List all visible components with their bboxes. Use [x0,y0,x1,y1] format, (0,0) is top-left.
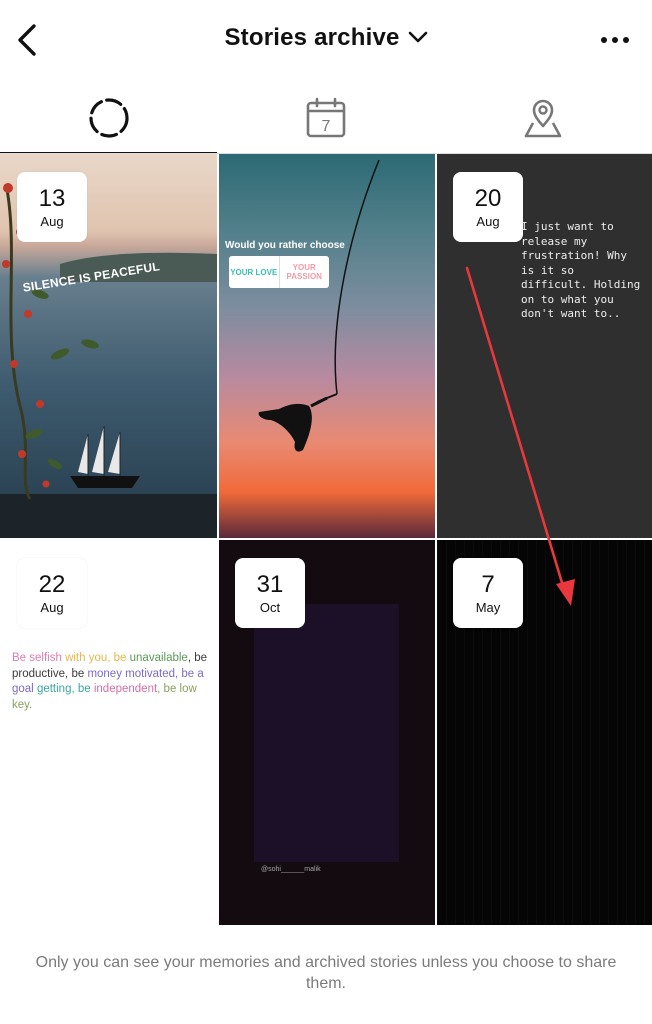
date-day: 7 [481,571,495,598]
story-thumbnail[interactable]: 22 Aug Be selfish with you, be unavailab… [0,540,217,925]
date-month: Oct [259,600,281,615]
tab-stories[interactable] [0,82,217,154]
title-dropdown[interactable]: Stories archive [0,24,652,52]
story-quote: Be selfish with you, be unavailable, be … [12,652,208,711]
chevron-down-icon [408,23,428,51]
page-title: Stories archive [224,24,400,51]
tab-map[interactable] [434,82,651,154]
stories-grid: SILENCE IS PEACEFUL 13 Aug Would you rat… [0,154,652,925]
date-day: 20 [474,185,502,212]
story-thumbnail[interactable]: SILENCE IS PEACEFUL 13 Aug [0,154,217,538]
story-handle: @sohi______malik [261,866,321,873]
poll-option-b: YOUR PASSION [286,263,322,281]
calendar-day-number: 7 [321,118,330,135]
story-thumbnail[interactable]: 20 Aug I just want to release my frustra… [437,154,652,538]
date-badge: 31 Oct [235,558,305,628]
story-thumbnail[interactable]: @sohi______malik 31 Oct [219,540,435,925]
story-image-placeholder [254,604,399,862]
date-month: May [475,600,501,615]
top-bar: Stories archive [0,0,652,82]
story-text: I just want to release my frustration! W… [521,220,641,320]
date-month: Aug [476,214,500,229]
poll-option-a: YOUR LOVE [229,256,280,288]
tab-calendar[interactable]: 7 [217,82,434,154]
stories-ring-icon [88,98,129,138]
map-pin-icon [524,99,561,138]
story-thumbnail[interactable]: 7 May [437,540,652,925]
swing-silhouette-image [258,159,380,452]
date-badge: 22 Aug [17,558,87,628]
date-day: 13 [38,185,66,212]
poll-question: Would you rather choose [225,240,345,251]
date-day: 31 [256,571,284,598]
archive-tabs: 7 [0,82,652,154]
poll-sticker: YOUR LOVE YOUR PASSION [229,256,329,288]
date-month: Aug [40,214,64,229]
date-badge: 13 Aug [17,172,87,242]
archive-privacy-note: Only you can see your memories and archi… [35,954,617,992]
calendar-icon: 7 [306,97,345,138]
date-day: 22 [38,571,66,598]
more-options-button[interactable] [598,28,634,52]
more-horizontal-icon [601,37,629,43]
date-month: Aug [40,600,64,615]
date-badge: 7 May [453,558,523,628]
date-badge: 20 Aug [453,172,523,242]
story-thumbnail[interactable]: Would you rather choose YOUR LOVE YOUR P… [219,154,435,538]
